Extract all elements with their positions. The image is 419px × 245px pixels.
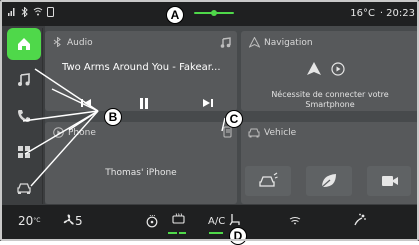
outside-temperature: 16°C bbox=[350, 8, 375, 19]
track-title: Two Arms Around You - Fakear... bbox=[62, 62, 221, 73]
sidebar-divider bbox=[42, 28, 43, 204]
phone-icon bbox=[18, 110, 30, 122]
climate-auto-icon[interactable] bbox=[352, 213, 366, 227]
navigation-title: Navigation bbox=[264, 38, 313, 48]
carplay-icon[interactable] bbox=[331, 62, 345, 76]
wifi-icon bbox=[33, 7, 43, 21]
heated-seat-icon[interactable] bbox=[229, 213, 241, 227]
eco-mode-button[interactable] bbox=[306, 166, 352, 196]
callout-a: A bbox=[166, 6, 184, 24]
phone-device-name: Thomas' iPhone bbox=[105, 168, 177, 178]
sidebar bbox=[7, 28, 41, 204]
rear-defrost-icon[interactable] bbox=[172, 213, 185, 225]
pause-icon[interactable] bbox=[139, 98, 149, 109]
android-auto-icon[interactable] bbox=[307, 62, 321, 76]
car-icon bbox=[17, 183, 31, 194]
apps-grid-icon bbox=[18, 146, 30, 158]
fan-speed[interactable]: 5 bbox=[63, 214, 83, 228]
rear-defrost-indicator-2 bbox=[179, 232, 186, 234]
audio-title: Audio bbox=[67, 38, 93, 48]
navigation-message: Nécessite de connecter votre Smartphone bbox=[271, 90, 389, 109]
signal-icon bbox=[7, 7, 16, 21]
leaf-icon bbox=[321, 174, 336, 188]
navigation-widget[interactable]: Navigation Nécessite de connecter votre … bbox=[241, 31, 419, 111]
car-icon bbox=[248, 128, 260, 138]
clock: 20:23 bbox=[386, 8, 415, 19]
car-sensor-icon bbox=[259, 172, 278, 187]
phone-title: Phone bbox=[68, 128, 96, 138]
previous-track-icon[interactable] bbox=[80, 98, 92, 108]
camera-icon bbox=[382, 176, 398, 186]
play-circle-icon bbox=[53, 127, 64, 138]
air-recirculation-icon[interactable] bbox=[289, 216, 301, 225]
driver-temperature[interactable]: 20°C bbox=[18, 214, 40, 228]
sidebar-item-home[interactable] bbox=[7, 28, 41, 60]
status-bar: 16°C · 20:23 bbox=[0, 0, 419, 26]
phone-widget[interactable]: Phone Thomas' iPhone bbox=[45, 122, 237, 204]
callout-b: B bbox=[104, 108, 122, 126]
audio-widget[interactable]: Audio Two Arms Around You - Fakear... bbox=[45, 31, 237, 111]
fan-icon bbox=[63, 214, 74, 225]
sidebar-item-phone[interactable] bbox=[7, 100, 41, 132]
music-note-icon bbox=[18, 73, 30, 86]
home-icon bbox=[18, 38, 30, 50]
navigation-arrow-icon bbox=[249, 37, 260, 48]
driving-assist-button[interactable] bbox=[245, 166, 291, 196]
ac-button[interactable]: A/C bbox=[208, 215, 225, 229]
driver-temperature-unit: °C bbox=[33, 217, 41, 224]
phone-status-icon bbox=[46, 7, 55, 21]
rear-defrost-indicator bbox=[168, 232, 177, 234]
fan-speed-value: 5 bbox=[75, 214, 83, 228]
callout-c: C bbox=[225, 110, 243, 128]
driver-temperature-value: 20 bbox=[18, 214, 34, 228]
bluetooth-icon bbox=[20, 6, 29, 21]
status-separator: · bbox=[379, 8, 383, 19]
climate-bar: 20°C 5 A/C bbox=[0, 205, 419, 241]
sidebar-item-vehicle[interactable] bbox=[7, 172, 41, 204]
heated-steering-wheel-icon[interactable] bbox=[146, 215, 158, 228]
sidebar-item-music[interactable] bbox=[7, 64, 41, 96]
ac-indicator bbox=[209, 232, 223, 234]
multimedia-screen: 16°C · 20:23 Audio Two Arms Around You -… bbox=[0, 0, 419, 241]
camera-button[interactable] bbox=[367, 166, 411, 196]
notification-center-handle[interactable] bbox=[194, 10, 234, 16]
bluetooth-icon bbox=[53, 37, 61, 47]
vehicle-title: Vehicle bbox=[264, 128, 297, 138]
status-icons bbox=[7, 6, 55, 21]
music-source-icon[interactable] bbox=[220, 37, 232, 48]
next-track-icon[interactable] bbox=[202, 98, 214, 108]
sidebar-item-apps[interactable] bbox=[7, 136, 41, 168]
callout-d: D bbox=[229, 227, 247, 245]
